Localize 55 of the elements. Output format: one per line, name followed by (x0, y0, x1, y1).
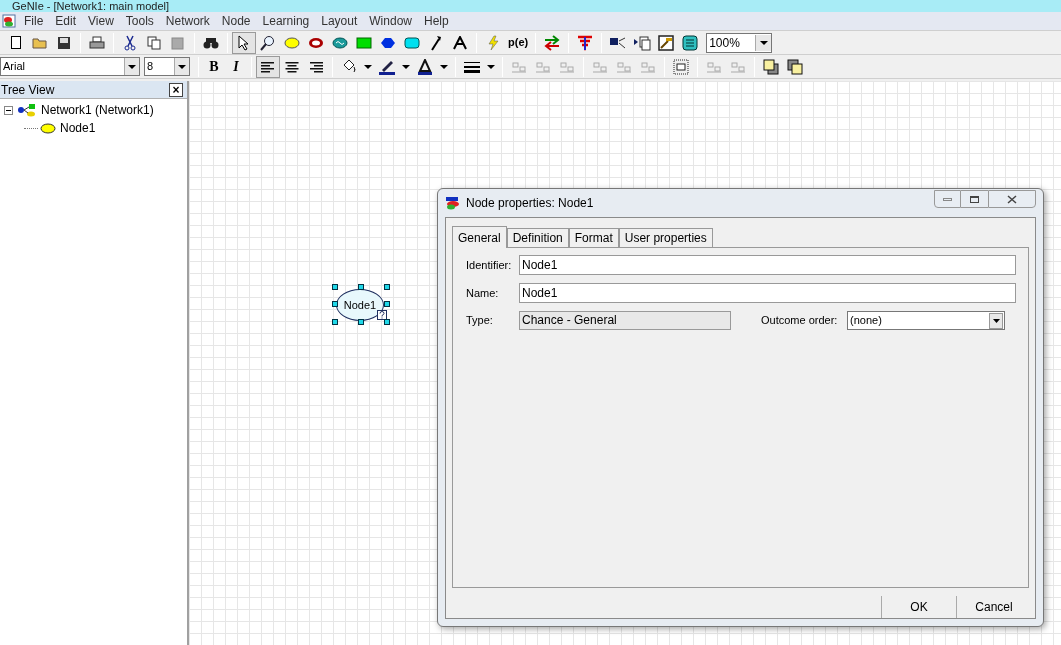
zoom-combo[interactable]: 100% (706, 32, 773, 53)
text-field[interactable]: Node1 (519, 283, 1016, 303)
close-icon (1007, 194, 1017, 204)
chance-node-icon (40, 122, 56, 134)
expander-icon[interactable] (4, 105, 13, 115)
window-title: GeNIe - [Network1: main model] (11, 0, 170, 12)
menu-item[interactable]: Network (159, 12, 216, 30)
panel-title: Tree View (0, 81, 55, 99)
chance-node[interactable]: Node1 (336, 289, 384, 321)
menu-item[interactable]: Node (215, 12, 257, 30)
menu-item[interactable]: Edit (49, 12, 83, 30)
italic-button[interactable]: I (225, 55, 247, 78)
pointer-tool-icon[interactable] (232, 31, 256, 54)
field-label: Name: (466, 285, 500, 301)
selection-handles[interactable] (332, 284, 390, 325)
dropdown-arrow-icon (178, 64, 186, 69)
font-size-combo[interactable]: 8 (144, 57, 190, 76)
app-logo-icon (2, 14, 16, 28)
network-icon (17, 103, 37, 117)
tree-item[interactable]: Node1 (60, 119, 96, 137)
tree-item[interactable]: Network1 (Network1) (41, 101, 154, 119)
evidence-button[interactable]: p(e) (505, 31, 532, 54)
menu-item[interactable]: Help (418, 12, 455, 30)
caret-icon[interactable] (364, 64, 372, 69)
tab[interactable]: User properties (618, 228, 713, 247)
maximize-button[interactable] (961, 190, 988, 208)
menu-item[interactable]: Window (363, 12, 418, 30)
menu-item[interactable]: Learning (256, 12, 316, 30)
dropdown-arrow-icon (759, 40, 768, 45)
align-left-icon[interactable] (256, 55, 280, 78)
font-combo[interactable]: Arial (0, 57, 140, 76)
tab[interactable]: Definition (506, 228, 569, 247)
caret-icon[interactable] (402, 64, 410, 69)
dropdown-arrow-icon (128, 64, 136, 69)
caret-icon[interactable] (440, 64, 448, 69)
tab[interactable]: General (452, 226, 507, 248)
field-label: Type: (466, 313, 494, 329)
close-button[interactable]: × (169, 82, 183, 97)
type-field: Chance - General (519, 311, 731, 330)
field-label: Outcome order: (761, 313, 839, 329)
menu-item[interactable]: File (18, 12, 50, 30)
app-logo-icon (445, 196, 461, 210)
dialog-title: Node properties: Node1 (466, 195, 594, 212)
question-mark-icon (377, 310, 387, 320)
bold-button[interactable]: B (203, 55, 225, 78)
menu-item[interactable]: Tools (119, 12, 160, 30)
text-field[interactable]: Node1 (519, 255, 1016, 275)
field-label: Identifier: (466, 257, 513, 273)
outcome-order-select[interactable]: (none) (847, 311, 1005, 330)
menu-item[interactable]: View (82, 12, 120, 30)
close-button[interactable] (988, 190, 1036, 208)
tab[interactable]: Format (568, 228, 619, 247)
caret-icon[interactable] (487, 64, 495, 69)
dropdown-arrow-icon (992, 318, 1000, 323)
menu-item[interactable]: Layout (315, 12, 364, 30)
